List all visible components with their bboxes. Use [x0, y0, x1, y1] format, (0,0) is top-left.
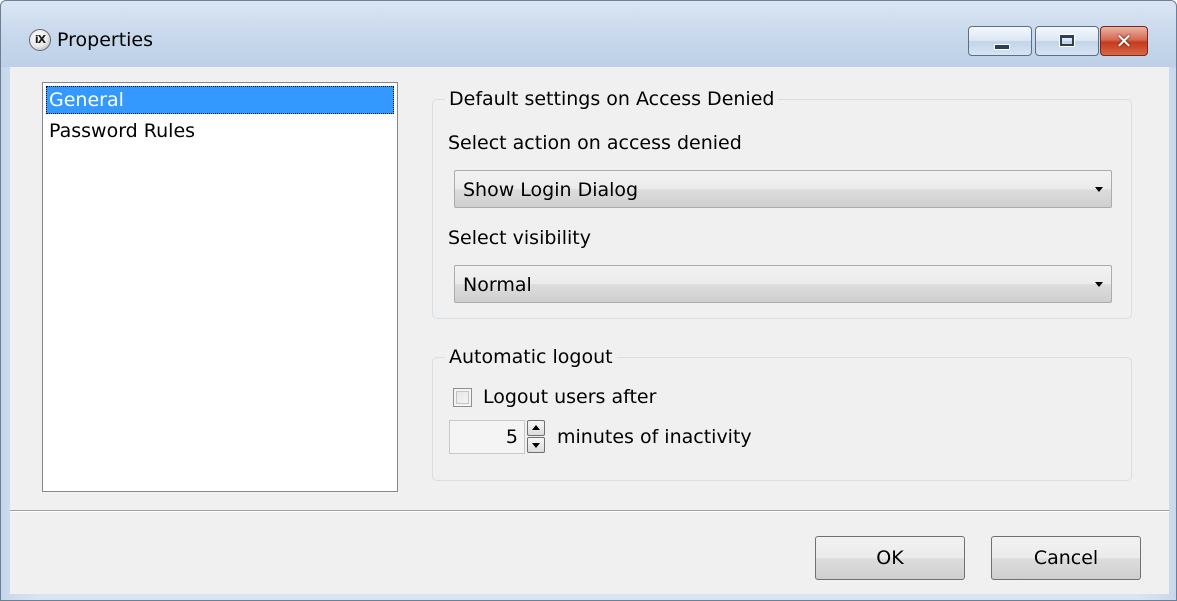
category-list[interactable]: General Password Rules	[42, 82, 398, 492]
chevron-down-icon	[1095, 282, 1103, 287]
chevron-down-icon	[1095, 187, 1103, 192]
ok-button[interactable]: OK	[815, 536, 965, 580]
minutes-decrement-button[interactable]	[527, 437, 545, 453]
app-icon: iX	[29, 29, 51, 51]
action-select-value: Show Login Dialog	[463, 179, 639, 201]
access-denied-group-title: Default settings on Access Denied	[445, 86, 779, 112]
visibility-label: Select visibility	[448, 227, 591, 249]
visibility-select-value: Normal	[463, 274, 532, 296]
close-icon: ✕	[1115, 29, 1133, 53]
cancel-button[interactable]: Cancel	[991, 536, 1141, 580]
visibility-select[interactable]: Normal	[454, 265, 1112, 303]
minutes-value: 5	[505, 426, 518, 448]
close-button[interactable]: ✕	[1100, 26, 1148, 56]
logout-checkbox-label[interactable]: Logout users after	[483, 384, 656, 410]
automatic-logout-group: Automatic logout Logout users after 5 mi…	[432, 344, 1132, 481]
minimize-button[interactable]	[968, 26, 1032, 56]
minutes-input[interactable]: 5	[449, 420, 525, 454]
arrow-down-icon	[532, 443, 540, 448]
access-denied-group: Default settings on Access Denied Select…	[432, 86, 1132, 319]
automatic-logout-group-title: Automatic logout	[445, 344, 617, 370]
window-title: Properties	[57, 29, 154, 51]
category-item-general[interactable]: General	[46, 86, 394, 114]
minutes-suffix-label: minutes of inactivity	[557, 426, 752, 448]
maximize-button[interactable]	[1035, 26, 1099, 56]
action-label: Select action on access denied	[448, 132, 742, 154]
dialog-footer: OK Cancel	[10, 512, 1169, 594]
minimize-icon	[994, 44, 1010, 50]
category-item-password-rules[interactable]: Password Rules	[46, 117, 394, 145]
action-select[interactable]: Show Login Dialog	[454, 170, 1112, 208]
title-bar[interactable]: iX Properties ✕	[1, 1, 1176, 67]
dialog-client-area: General Password Rules Default settings …	[10, 67, 1169, 594]
maximize-icon	[1059, 34, 1075, 47]
minutes-increment-button[interactable]	[527, 420, 545, 436]
properties-window: iX Properties ✕ General Password Rules D…	[0, 0, 1177, 601]
arrow-up-icon	[532, 425, 540, 430]
logout-checkbox[interactable]	[453, 388, 472, 407]
